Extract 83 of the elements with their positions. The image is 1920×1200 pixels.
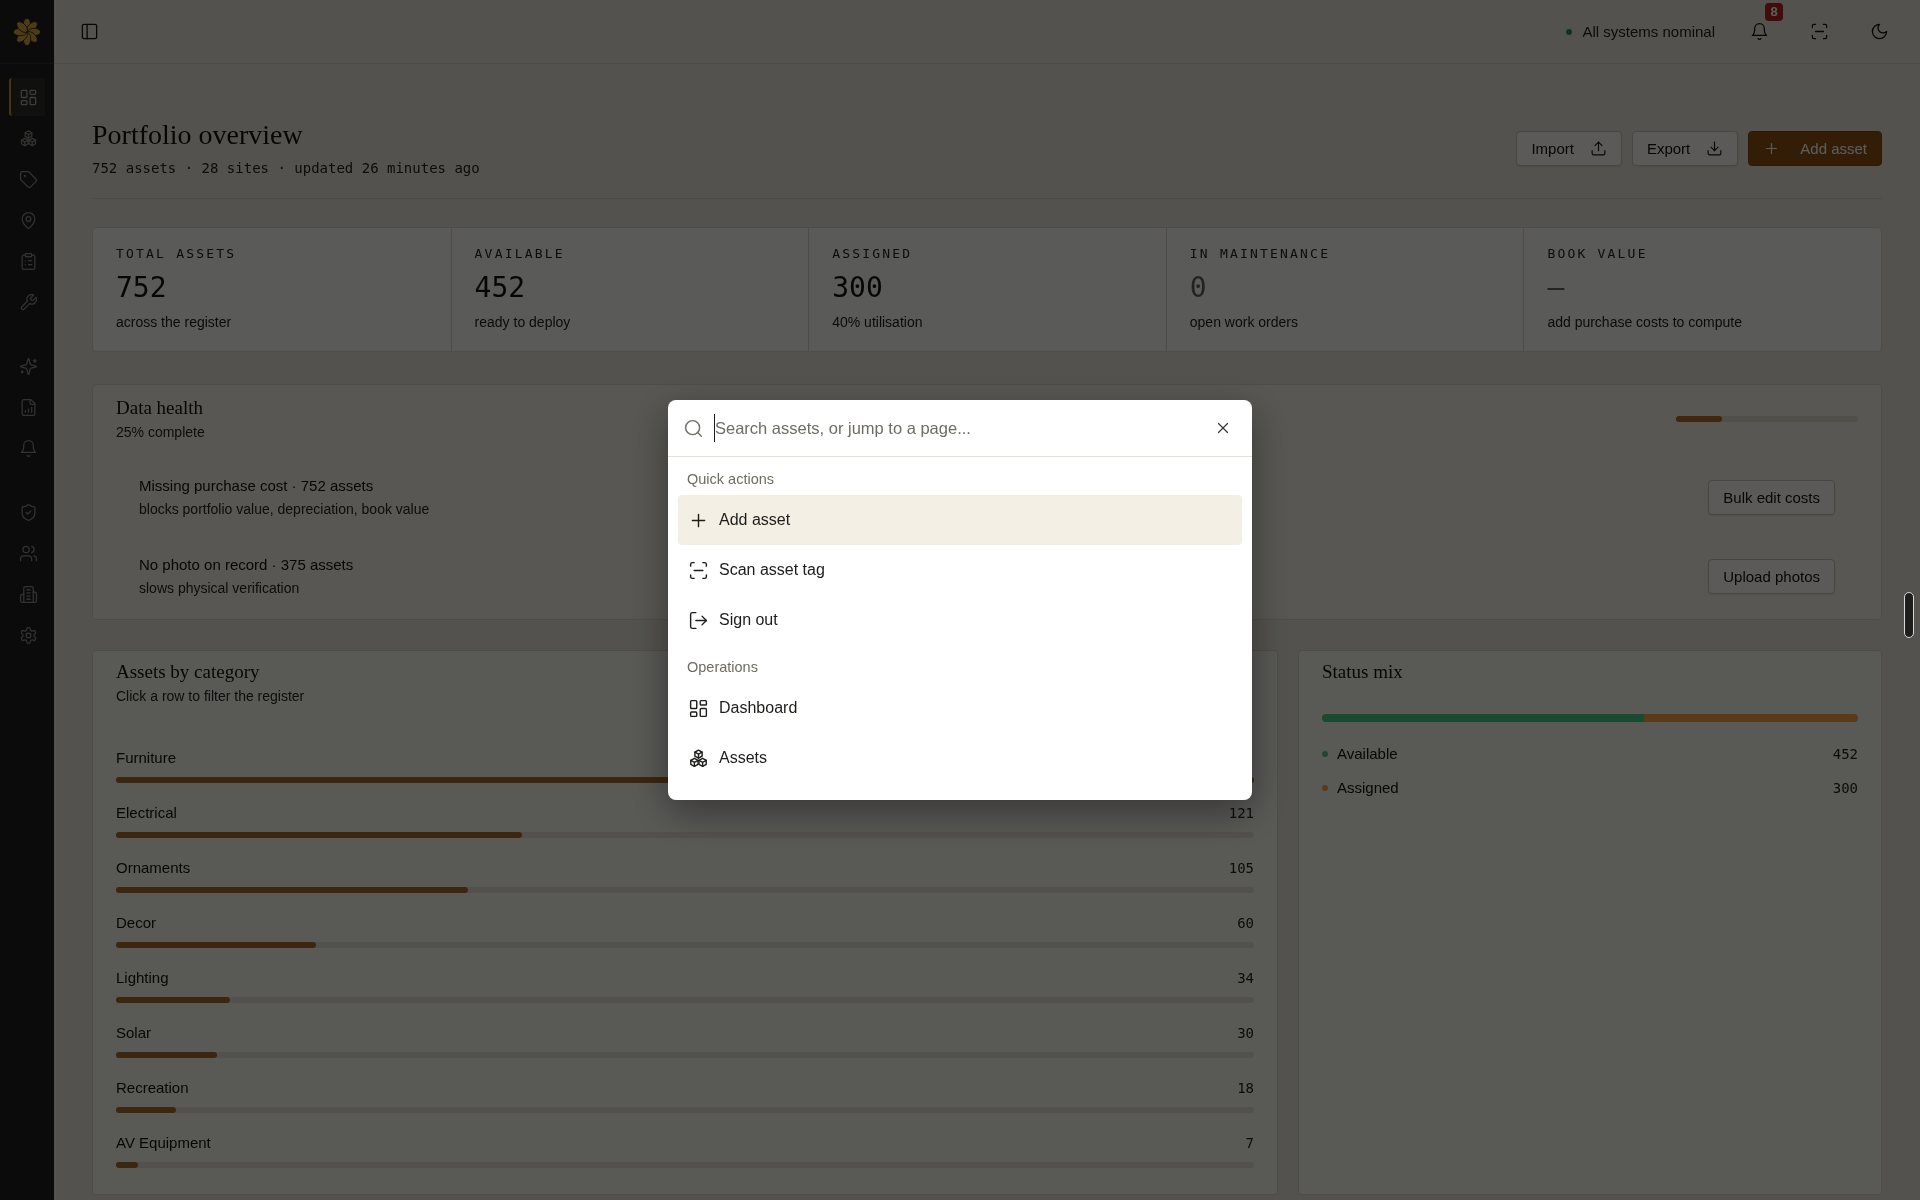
category-count: 7 <box>1245 1134 1254 1153</box>
status-label: Assigned <box>1337 778 1400 798</box>
category-count: 34 <box>1237 969 1254 988</box>
issue-action-button[interactable]: Bulk edit costs <box>1708 479 1835 515</box>
section-heading: Operations <box>686 658 759 677</box>
issue-detail: slows physical verification <box>139 579 300 597</box>
category-label[interactable]: Electrical <box>116 803 177 823</box>
status-count: 300 <box>1832 779 1858 798</box>
command-item[interactable]: Scan asset tag <box>678 545 1242 595</box>
command-item[interactable]: Add asset <box>678 495 1242 545</box>
stat-value: 452 <box>474 271 526 305</box>
scan-icon <box>1809 22 1829 41</box>
upload-icon <box>1589 139 1607 157</box>
issue-action-button[interactable]: Upload photos <box>1708 558 1835 594</box>
stat-note: 40% utilisation <box>832 313 923 331</box>
stat-note: add purchase costs to compute <box>1547 313 1742 331</box>
notification-badge: 8 <box>1765 2 1783 21</box>
stat-value: 752 <box>116 271 167 305</box>
stat-label: AVAILABLE <box>474 245 565 262</box>
boxes-icon <box>18 128 38 148</box>
category-label[interactable]: Furniture <box>116 748 177 768</box>
category-label[interactable]: Recreation <box>116 1078 189 1098</box>
page-subtitle: 752 assets · 28 sites · updated 26 minutes ago <box>92 159 480 178</box>
scan-icon <box>688 559 709 581</box>
users-icon <box>18 543 38 563</box>
stat-note: open work orders <box>1189 313 1298 331</box>
status-dot-icon <box>1566 28 1573 35</box>
category-count: 30 <box>1237 1024 1254 1043</box>
settings-icon <box>18 625 38 645</box>
category-count: 60 <box>1237 914 1254 933</box>
search-field[interactable]: Search assets, or jump to a page... <box>714 414 1209 442</box>
flower-logo-icon <box>13 17 41 46</box>
category-label[interactable]: Decor <box>116 913 156 933</box>
category-count: 18 <box>1237 1079 1254 1098</box>
category-label[interactable]: AV Equipment <box>116 1133 211 1153</box>
system-status-text: All systems nominal <box>1582 23 1715 40</box>
category-label[interactable]: Lighting <box>116 968 169 988</box>
building-icon <box>18 584 38 604</box>
panel-icon <box>79 22 99 41</box>
stat-note: ready to deploy <box>474 313 571 331</box>
dashboard-icon <box>688 697 709 719</box>
status-count: 452 <box>1832 745 1858 764</box>
card-title: Status mix <box>1322 661 1403 683</box>
sidebar-nav-button[interactable] <box>9 78 45 116</box>
command-item[interactable]: Dashboard <box>678 683 1242 733</box>
stat-note: across the register <box>116 313 232 331</box>
stat-label: TOTAL ASSETS <box>116 245 237 262</box>
category-count: 105 <box>1228 859 1254 878</box>
stat-label: ASSIGNED <box>832 245 913 262</box>
moon-icon <box>1869 22 1889 41</box>
scrollbar-thumb[interactable] <box>1904 592 1914 638</box>
bell-icon <box>1749 22 1769 41</box>
card-title: Data health <box>116 397 204 419</box>
stat-value: 300 <box>832 271 883 305</box>
command-item[interactable]: Assets <box>678 733 1242 783</box>
completion-text: 25% complete <box>116 423 205 441</box>
issue-title: Missing purchase cost · 752 assets <box>139 476 374 496</box>
category-count: 121 <box>1228 804 1254 823</box>
card-subtitle: Click a row to filter the register <box>116 687 305 705</box>
command-item[interactable]: Sign out <box>678 595 1242 645</box>
page-title: Portfolio overview <box>92 118 303 152</box>
add-asset-button[interactable]: Add asset <box>1748 130 1882 166</box>
issue-detail: blocks portfolio value, depreciation, book value <box>139 500 430 518</box>
tag-icon <box>18 169 38 189</box>
status-label: Available <box>1337 744 1399 764</box>
bell-icon <box>18 438 38 458</box>
stat-value: — <box>1547 271 1565 305</box>
wrench-icon <box>18 292 38 312</box>
category-label[interactable]: Solar <box>116 1023 152 1043</box>
sign-out-icon <box>688 609 709 631</box>
dashboard-icon <box>18 87 38 107</box>
section-heading: Quick actions <box>686 470 776 489</box>
sparkles-icon <box>18 356 38 376</box>
card-title: Assets by category <box>116 661 260 683</box>
download-icon <box>1706 139 1724 157</box>
export-button[interactable]: Export <box>1631 130 1739 166</box>
search-icon <box>683 417 704 439</box>
issue-title: No photo on record · 375 assets <box>139 555 354 575</box>
stat-label: IN MAINTENANCE <box>1189 245 1331 262</box>
category-label[interactable]: Ornaments <box>116 858 191 878</box>
stat-label: BOOK VALUE <box>1547 245 1648 262</box>
boxes-icon <box>688 747 709 769</box>
import-button[interactable]: Import <box>1516 130 1622 166</box>
